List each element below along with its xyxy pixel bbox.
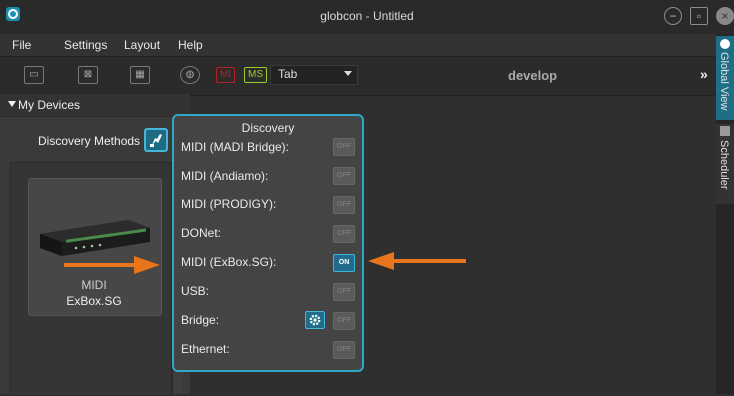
discovery-toggle[interactable]: ON (333, 254, 355, 272)
discovery-row-label: MIDI (MADI Bridge): (181, 140, 290, 154)
discovery-row-label: MIDI (ExBox.SG): (181, 255, 277, 269)
tab-global-view[interactable]: Global View (716, 36, 734, 120)
midi-status-badge[interactable]: MS (244, 67, 267, 83)
discovery-toggle[interactable]: OFF (333, 341, 355, 359)
devices-section-title: My Devices (18, 98, 81, 112)
discovery-row-label: DONet: (181, 226, 222, 240)
annotation-arrow-left-icon (368, 252, 466, 270)
annotation-arrow-right-icon (64, 256, 160, 274)
tab-select-value: Tab (278, 67, 298, 81)
overflow-chevron-icon[interactable]: » (700, 66, 708, 82)
close-icon[interactable]: × (716, 7, 734, 25)
global-view-icon (720, 39, 730, 49)
window-close-icon[interactable]: ⊠ (78, 66, 98, 84)
bridge-settings-button[interactable] (305, 311, 325, 329)
menu-help[interactable]: Help (178, 38, 203, 52)
globe-icon[interactable]: ◍ (180, 66, 200, 84)
toolbar (0, 56, 716, 96)
minimize-icon[interactable]: − (664, 7, 682, 25)
midi-in-badge[interactable]: MI (216, 67, 236, 83)
discovery-toggle[interactable]: OFF (333, 167, 355, 185)
discovery-toggle[interactable]: OFF (333, 283, 355, 301)
window-title: globcon - Untitled (320, 9, 414, 23)
tab-global-view-label: Global View (718, 52, 730, 111)
grid-layout-icon[interactable]: ▦ (130, 66, 150, 84)
device-image (40, 220, 150, 256)
discovery-toggle[interactable]: OFF (333, 196, 355, 214)
menu-bar (0, 34, 716, 56)
device-type-label: MIDI (81, 278, 107, 292)
collapse-arrow-icon[interactable] (8, 101, 16, 107)
monitor-icon[interactable]: ▭ (24, 66, 44, 84)
chevron-down-icon (344, 71, 352, 76)
menu-layout[interactable]: Layout (124, 38, 160, 52)
popup-title: Discovery (241, 121, 295, 135)
discovery-toggle[interactable]: OFF (333, 138, 355, 156)
tab-scheduler[interactable]: Scheduler (716, 124, 734, 204)
discovery-row-label: USB: (181, 284, 210, 298)
tab-scheduler-label: Scheduler (718, 140, 730, 190)
device-name-label: ExBox.SG (66, 294, 122, 308)
calendar-icon (720, 126, 730, 136)
menu-settings[interactable]: Settings (64, 38, 107, 52)
discovery-methods-label: Discovery Methods (38, 134, 141, 148)
discovery-toggle[interactable]: OFF (333, 312, 355, 330)
plug-icon (150, 134, 162, 147)
discovery-row-label: MIDI (PRODIGY): (181, 197, 277, 211)
discovery-row-label: Bridge: (181, 313, 220, 327)
view-name: develop (508, 68, 558, 83)
gear-icon (309, 314, 321, 326)
maximize-icon[interactable]: ▫ (690, 7, 708, 25)
menu-file[interactable]: File (12, 38, 31, 52)
discovery-methods-button[interactable] (144, 128, 168, 152)
discovery-row-label: MIDI (Andiamo): (181, 169, 269, 183)
discovery-toggle[interactable]: OFF (333, 225, 355, 243)
discovery-row-label: Ethernet: (181, 342, 230, 356)
